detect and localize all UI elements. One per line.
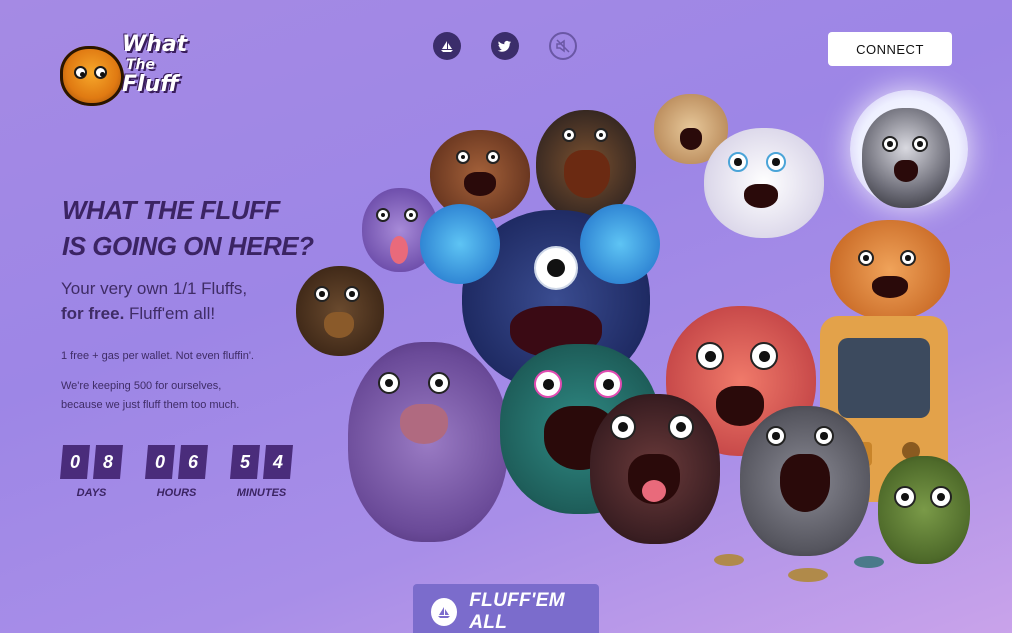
countdown-minutes: 5 4 MINUTES (230, 445, 293, 499)
spotted-grey-creature (740, 406, 870, 556)
crumb (788, 568, 828, 582)
logo-line-1: What (122, 32, 188, 57)
hero-title-line-1: WHAT THE FLUFF (62, 195, 280, 225)
purple-starry-creature (348, 342, 508, 542)
logo-line-3: Fluff (122, 72, 179, 97)
twitter-icon[interactable] (491, 32, 519, 60)
site-logo[interactable]: What The Fluff (56, 32, 196, 112)
reserve-note-line-2: because we just fluff them too much. (61, 399, 240, 411)
countdown-digit: 5 (230, 445, 260, 479)
blue-pompom-right (580, 204, 660, 284)
crumb (854, 556, 884, 568)
opensea-icon (431, 598, 458, 626)
hero-subtitle: Your very own 1/1 Fluffs, for free. Fluf… (61, 276, 321, 326)
countdown-digit: 6 (178, 445, 208, 479)
orange-fuzzy-creature (830, 220, 950, 320)
fluff-em-all-label: FLUFF'EM ALL (469, 590, 565, 633)
white-yeti-creature (704, 128, 824, 238)
countdown-digit: 0 (60, 445, 90, 479)
countdown-timer: 0 8 DAYS 0 6 HOURS 5 4 MINUTES (60, 445, 293, 499)
crumb (714, 554, 744, 566)
hero-subtitle-rest: Fluff'em all! (124, 304, 216, 323)
blue-pompom-left (420, 204, 500, 284)
social-links (433, 32, 577, 60)
countdown-label: DAYS (76, 487, 107, 499)
logo-wordmark: What The Fluff (122, 34, 202, 96)
green-cactus-creature (878, 456, 970, 564)
countdown-hours: 0 6 HOURS (145, 445, 208, 499)
countdown-days: 0 8 DAYS (60, 445, 123, 499)
reserve-note: We're keeping 500 for ourselves, because… (61, 377, 321, 415)
hero-title-line-2: IS GOING ON HERE? (62, 231, 314, 261)
logo-creature-icon (60, 46, 124, 106)
countdown-digit: 4 (263, 445, 293, 479)
panda-creature (862, 108, 950, 208)
cookie-creature (296, 266, 384, 356)
sound-muted-icon[interactable] (549, 32, 577, 60)
hero-title: WHAT THE FLUFF IS GOING ON HERE? (62, 192, 322, 264)
countdown-label: MINUTES (236, 487, 287, 499)
hero-creatures-illustration (290, 80, 1012, 582)
connect-wallet-button[interactable]: CONNECT (828, 32, 952, 66)
opensea-icon[interactable] (433, 32, 461, 60)
fluff-em-all-button[interactable]: FLUFF'EM ALL (413, 584, 599, 633)
countdown-digit: 0 (145, 445, 175, 479)
dark-gremlin-creature (590, 394, 720, 544)
countdown-digit: 8 (93, 445, 123, 479)
countdown-label: HOURS (156, 487, 197, 499)
hero-subtitle-bold: for free. (61, 304, 125, 323)
reserve-note-line-1: We're keeping 500 for ourselves, (61, 380, 222, 392)
hero-subtitle-line-1: Your very own 1/1 Fluffs, (61, 279, 248, 298)
mint-limit-note: 1 free + gas per wallet. Not even fluffi… (61, 350, 254, 362)
